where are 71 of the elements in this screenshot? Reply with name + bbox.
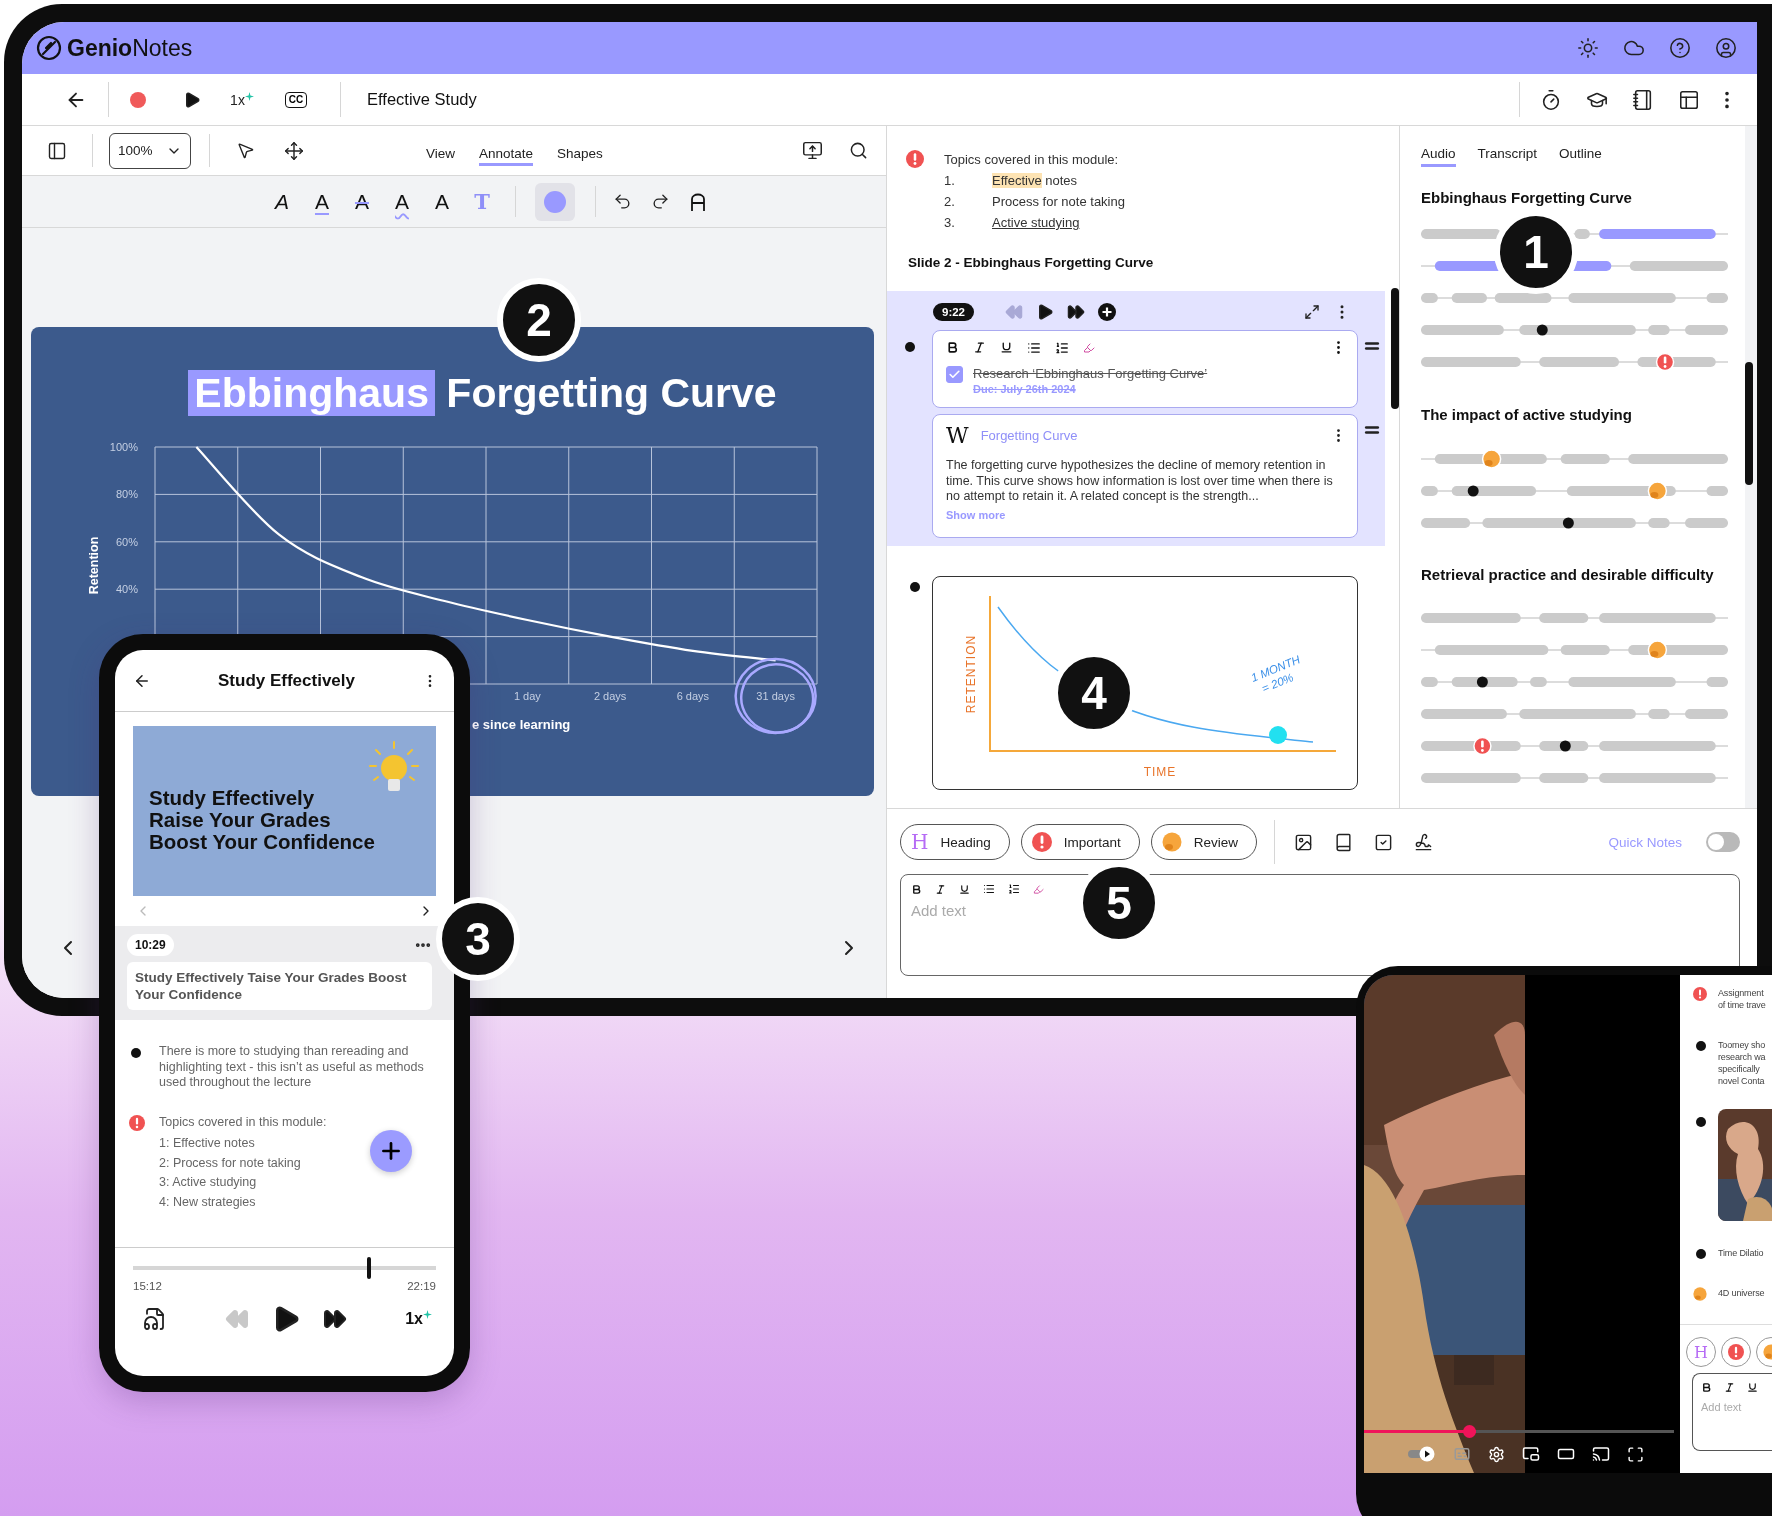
note-text: Toomey sho research wa specifically novel Conta: [1718, 1039, 1767, 1087]
note-text: Assignment of time trave: [1718, 987, 1767, 1011]
note-text: Topics covered in this module:: [159, 1114, 328, 1130]
timestamp: 9:22: [933, 303, 975, 321]
slide-heading: Slide 2 - Ebbinghaus Forgetting Curve: [908, 255, 1155, 270]
list-item-text: 2: Process for note taking: [159, 1154, 301, 1172]
mode-tab[interactable]: Annotate: [467, 141, 546, 164]
mode-tab[interactable]: Shapes: [545, 141, 615, 164]
note-text: There is more to studying than rereading and highlighting text - this isn’t as useful as methods used throughout the lecture: [159, 1044, 425, 1091]
zoom-select[interactable]: 100%: [109, 132, 191, 169]
section-title: The impact of active studying: [1421, 406, 1633, 424]
speed-button[interactable]: 1x: [230, 91, 254, 108]
panel-tab[interactable]: Outline: [1559, 146, 1602, 167]
clip-title: Study Effectively Taise Your Grades Boost Your Confidence: [127, 962, 432, 1010]
list-number: 1.: [944, 172, 956, 190]
wiki-logo: W: [946, 423, 969, 448]
tag-button[interactable]: H Heading: [900, 824, 1010, 860]
list-item-text: Process for note taking: [992, 193, 1125, 211]
axis-tick-label: 6 days: [676, 690, 710, 702]
heading-icon: H: [1694, 1342, 1708, 1362]
section-title: Ebbinghaus Forgetting Curve: [1421, 189, 1633, 207]
axis-title: e since learning: [472, 717, 571, 732]
screen-title: Study Effectively: [218, 670, 355, 691]
wiki-title: Forgetting Curve: [980, 428, 1078, 443]
app-logo: GenioNotes: [67, 34, 193, 62]
axis-tick-label: 100%: [109, 441, 138, 453]
list-item-text: 1: Effective notes: [159, 1135, 255, 1152]
axis-tick-label: 60%: [115, 535, 138, 548]
axis-tick-label: 80%: [115, 488, 138, 501]
tag-button[interactable]: Important: [1020, 824, 1140, 860]
slide-title: Ebbinghaus Forgetting Curve: [188, 370, 777, 416]
speed-button[interactable]: 1x: [405, 1310, 432, 1328]
panel-tab[interactable]: Audio: [1421, 146, 1456, 167]
axis-tick-label: 1 day: [513, 690, 541, 702]
list-item-text: Active studying: [992, 214, 1081, 232]
text-style-button[interactable]: A: [302, 189, 342, 214]
note-text: 4D universe: [1718, 1287, 1766, 1300]
elapsed-time: 15:12: [133, 1280, 162, 1292]
slide-text: Study Effectively: [149, 787, 316, 809]
axis-label: RETENTION: [964, 634, 978, 714]
axis-tick-label: 2 days: [593, 690, 627, 702]
section-title: Retrieval practice and desirable difficulty: [1421, 566, 1715, 584]
axis-tick-label: 31 days: [756, 690, 795, 702]
slide-text: Boost Your Confidence: [149, 831, 376, 853]
note-heading: Topics covered in this module:: [944, 151, 1120, 169]
captions-button[interactable]: CC: [284, 91, 308, 108]
list-item-text: 4: New strategies: [159, 1193, 256, 1211]
text-style-button[interactable]: A: [262, 189, 302, 214]
wiki-summary: The forgetting curve hypothesizes the decline of memory retention in time. This curve shows how information is lost over time when there is no attempt to retain it. A related concept is the strength...: [946, 458, 1334, 505]
task-text: Research ‘Ebbinghaus Forgetting Curve’: [973, 366, 1208, 381]
note-text: Time Dilatio: [1718, 1247, 1765, 1259]
axis-tick-label: 40%: [115, 583, 138, 596]
list-number: 2.: [944, 193, 956, 211]
text-style-button[interactable]: A: [382, 189, 422, 214]
quick-notes-label: Quick Notes: [1608, 834, 1682, 850]
slide-text: Raise Your Grades: [149, 809, 332, 831]
document-title: Effective Study: [367, 90, 477, 109]
list-item-text: Effective notes: [992, 172, 1079, 190]
note-input[interactable]: Add text: [1701, 1401, 1771, 1413]
heading-icon: H: [911, 830, 929, 854]
mode-tab[interactable]: View: [414, 141, 468, 164]
list-item-text: 3: Active studying: [159, 1174, 257, 1191]
axis-title: Retention: [87, 536, 101, 595]
panel-tab[interactable]: Transcript: [1477, 146, 1538, 167]
axis-label: TIME: [1143, 765, 1177, 779]
list-number: 3.: [944, 214, 956, 232]
timestamp: 10:29: [127, 934, 174, 956]
total-time: 22:19: [407, 1280, 436, 1292]
tag-button[interactable]: Review: [1150, 824, 1258, 860]
due-date: Due: July 26th 2024: [973, 383, 1077, 395]
text-style-button[interactable]: A: [422, 189, 462, 214]
